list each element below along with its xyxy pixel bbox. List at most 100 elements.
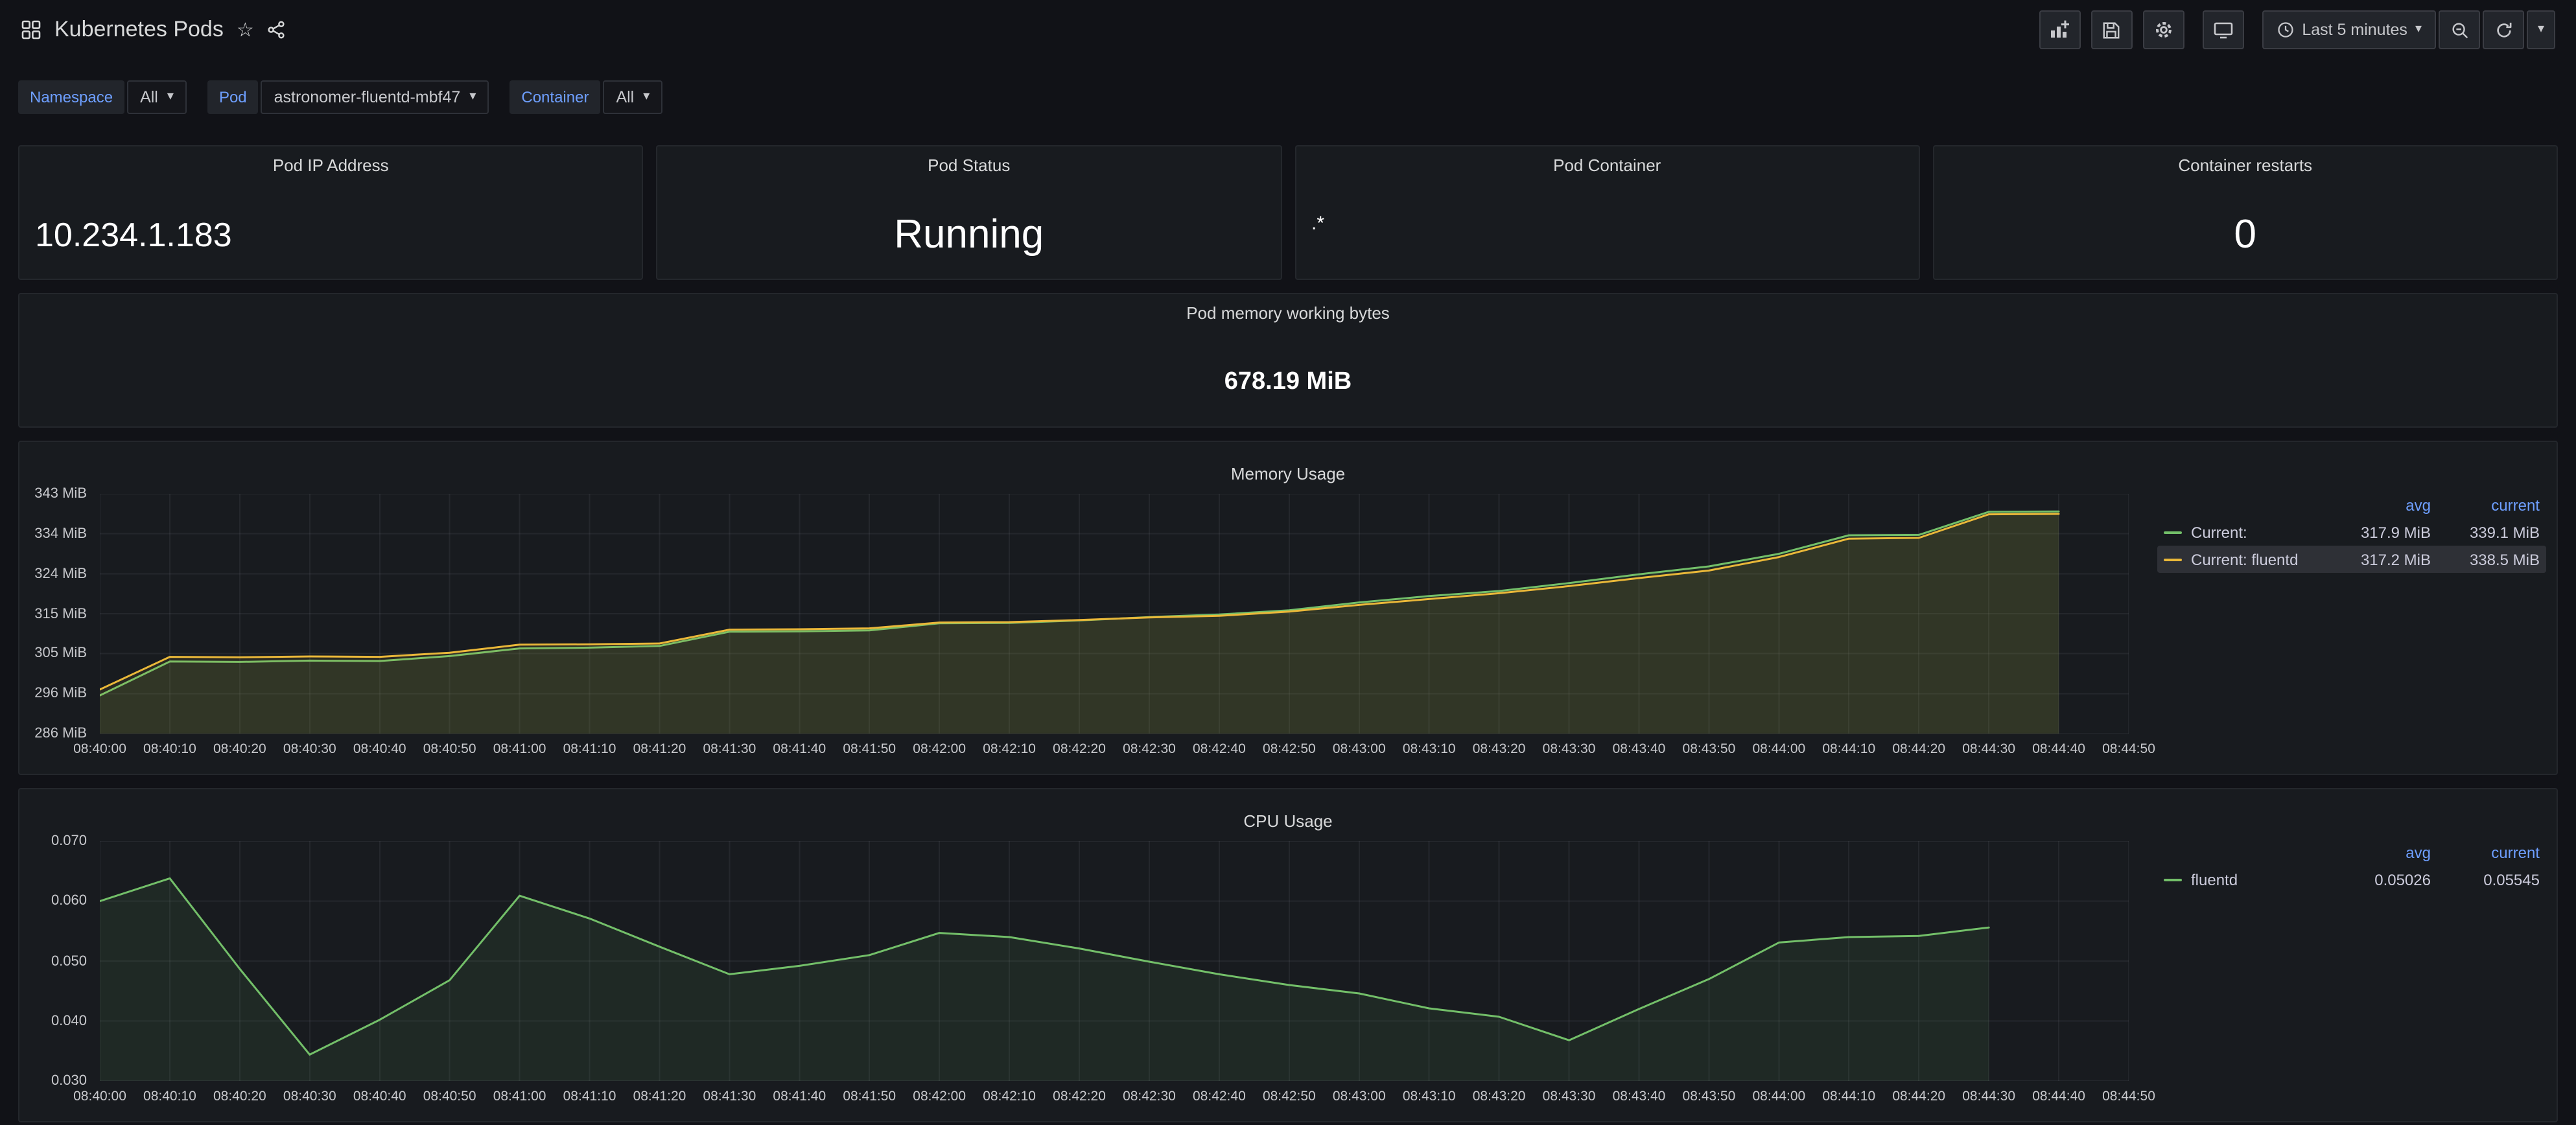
y-axis-labels: 0.0700.0600.0500.0400.030	[19, 841, 92, 1081]
save-icon	[2102, 20, 2121, 40]
y-axis-tick: 315 MiB	[34, 606, 87, 621]
x-axis-tick: 08:42:40	[1183, 1089, 1256, 1104]
star-favorite-icon[interactable]: ☆	[237, 20, 254, 40]
x-axis-tick: 08:44:20	[1882, 1089, 1955, 1104]
page-title: Kubernetes Pods	[54, 17, 224, 43]
x-axis-tick: 08:43:00	[1323, 741, 1396, 757]
x-axis-tick: 08:42:00	[903, 741, 976, 757]
y-axis-labels: 343 MiB334 MiB324 MiB315 MiB305 MiB296 M…	[19, 494, 92, 734]
chevron-down-icon: ▾	[2415, 23, 2422, 36]
variable-select-pod[interactable]: astronomer-fluentd-mbf47 ▾	[261, 80, 489, 114]
chevron-down-icon: ▾	[167, 91, 174, 104]
add-panel-icon	[2049, 19, 2070, 40]
variable-pod: Pod astronomer-fluentd-mbf47 ▾	[207, 80, 489, 114]
pod-memory-working-bytes-value: 678.19 MiB	[1224, 368, 1352, 397]
variable-value-text: All	[616, 88, 634, 106]
time-range-picker[interactable]: Last 5 minutes ▾	[2262, 10, 2436, 49]
panel-title: Container restarts	[1934, 156, 2557, 176]
x-axis-tick: 08:40:50	[414, 1089, 486, 1104]
refresh-interval-dropdown[interactable]: ▾	[2527, 10, 2555, 49]
panel-title: Pod IP Address	[19, 156, 642, 176]
legend-series-name[interactable]: fluentd	[2164, 870, 2322, 888]
y-axis-tick: 0.030	[51, 1073, 87, 1089]
save-dashboard-button[interactable]	[2090, 10, 2132, 49]
panel-title: CPU Usage	[19, 811, 2557, 832]
x-axis-tick: 08:40:40	[344, 741, 416, 757]
x-axis-tick: 08:42:00	[903, 1089, 976, 1104]
x-axis-tick: 08:40:00	[64, 741, 136, 757]
series-color-dash	[2164, 531, 2182, 533]
plot-area[interactable]	[100, 494, 2129, 734]
chart-svg	[100, 841, 2129, 1081]
dashboard-settings-button[interactable]	[2142, 10, 2184, 49]
x-axis-tick: 08:44:30	[1952, 1089, 2025, 1104]
x-axis-tick: 08:40:20	[204, 1089, 276, 1104]
legend-sort-avg[interactable]: avg	[2322, 496, 2431, 514]
x-axis-tick: 08:40:00	[64, 1089, 136, 1104]
legend-sort-current[interactable]: current	[2431, 843, 2540, 861]
y-axis-tick: 343 MiB	[34, 486, 87, 502]
cycle-view-mode-button[interactable]	[2202, 10, 2243, 49]
x-axis-tick: 08:44:10	[1812, 1089, 1885, 1104]
x-axis-tick: 08:42:20	[1043, 741, 1116, 757]
zoom-out-time-button[interactable]	[2439, 10, 2480, 49]
pod-ip-address-value: 10.234.1.183	[35, 216, 232, 253]
clock-icon	[2276, 21, 2294, 39]
chevron-down-icon: ▾	[643, 91, 650, 104]
x-axis-tick: 08:41:30	[693, 741, 766, 757]
legend-series-name[interactable]: Current:	[2164, 523, 2322, 541]
variable-value-text: astronomer-fluentd-mbf47	[274, 88, 461, 106]
x-axis-tick: 08:40:10	[134, 1089, 206, 1104]
x-axis-tick: 08:41:50	[833, 1089, 906, 1104]
series-color-dash	[2164, 878, 2182, 881]
legend-avg-value: 317.9 MiB	[2322, 523, 2431, 541]
variable-select-container[interactable]: All ▾	[603, 80, 662, 114]
chevron-down-icon: ▾	[2538, 23, 2544, 36]
chevron-down-icon: ▾	[469, 91, 476, 104]
x-axis-tick: 08:43:40	[1602, 1089, 1675, 1104]
share-icon[interactable]	[267, 21, 285, 39]
plot-area[interactable]	[100, 841, 2129, 1081]
x-axis-tick: 08:41:10	[554, 741, 626, 757]
variable-select-namespace[interactable]: All ▾	[127, 80, 187, 114]
pod-container-value: .*	[1311, 214, 1324, 235]
x-axis-tick: 08:42:50	[1253, 1089, 1326, 1104]
chart-legend: avgcurrentCurrent:317.9 MiB339.1 MiBCurr…	[2157, 491, 2546, 573]
pod-status-panel: Pod Status Running	[657, 145, 1282, 280]
apps-grid-icon[interactable]	[21, 19, 41, 40]
add-panel-button[interactable]	[2039, 10, 2080, 49]
panel-title: Pod Status	[658, 156, 1281, 176]
y-axis-tick: 305 MiB	[34, 646, 87, 662]
x-axis-tick: 08:40:30	[274, 1089, 346, 1104]
legend-sort-avg[interactable]: avg	[2322, 843, 2431, 861]
x-axis-tick: 08:43:20	[1463, 741, 1536, 757]
legend-sort-current[interactable]: current	[2431, 496, 2540, 514]
refresh-icon	[2494, 20, 2513, 40]
x-axis-tick: 08:42:10	[973, 741, 1046, 757]
legend-row: fluentd 0.050260.05545	[2157, 866, 2546, 893]
container-restarts-value: 0	[2234, 213, 2257, 257]
legend-series-name[interactable]: Current: fluentd	[2164, 550, 2322, 568]
legend-series-label: fluentd	[2191, 870, 2238, 888]
y-axis-tick: 0.050	[51, 953, 87, 969]
monitor-icon	[2212, 19, 2233, 40]
x-axis-tick: 08:42:50	[1253, 741, 1326, 757]
pod-ip-address-panel: Pod IP Address 10.234.1.183	[18, 145, 644, 280]
x-axis-tick: 08:44:00	[1742, 741, 1815, 757]
dashboard-header: Kubernetes Pods ☆	[0, 0, 2576, 60]
refresh-button[interactable]	[2483, 10, 2524, 49]
x-axis-tick: 08:43:30	[1533, 741, 1606, 757]
legend-current-value: 0.05545	[2431, 870, 2540, 888]
x-axis-tick: 08:41:40	[763, 1089, 836, 1104]
y-axis-tick: 324 MiB	[34, 566, 87, 581]
y-axis-tick: 0.060	[51, 894, 87, 909]
x-axis-tick: 08:44:40	[2022, 1089, 2095, 1104]
variable-label-container: Container	[509, 80, 600, 114]
x-axis-tick: 08:44:00	[1742, 1089, 1815, 1104]
time-range-label: Last 5 minutes	[2302, 21, 2407, 39]
series-color-dash	[2164, 558, 2182, 561]
x-axis-tick: 08:43:20	[1463, 1089, 1536, 1104]
x-axis-tick: 08:42:30	[1113, 741, 1186, 757]
pod-memory-working-bytes-panel: Pod memory working bytes 678.19 MiB	[18, 293, 2558, 428]
legend-avg-value: 0.05026	[2322, 870, 2431, 888]
